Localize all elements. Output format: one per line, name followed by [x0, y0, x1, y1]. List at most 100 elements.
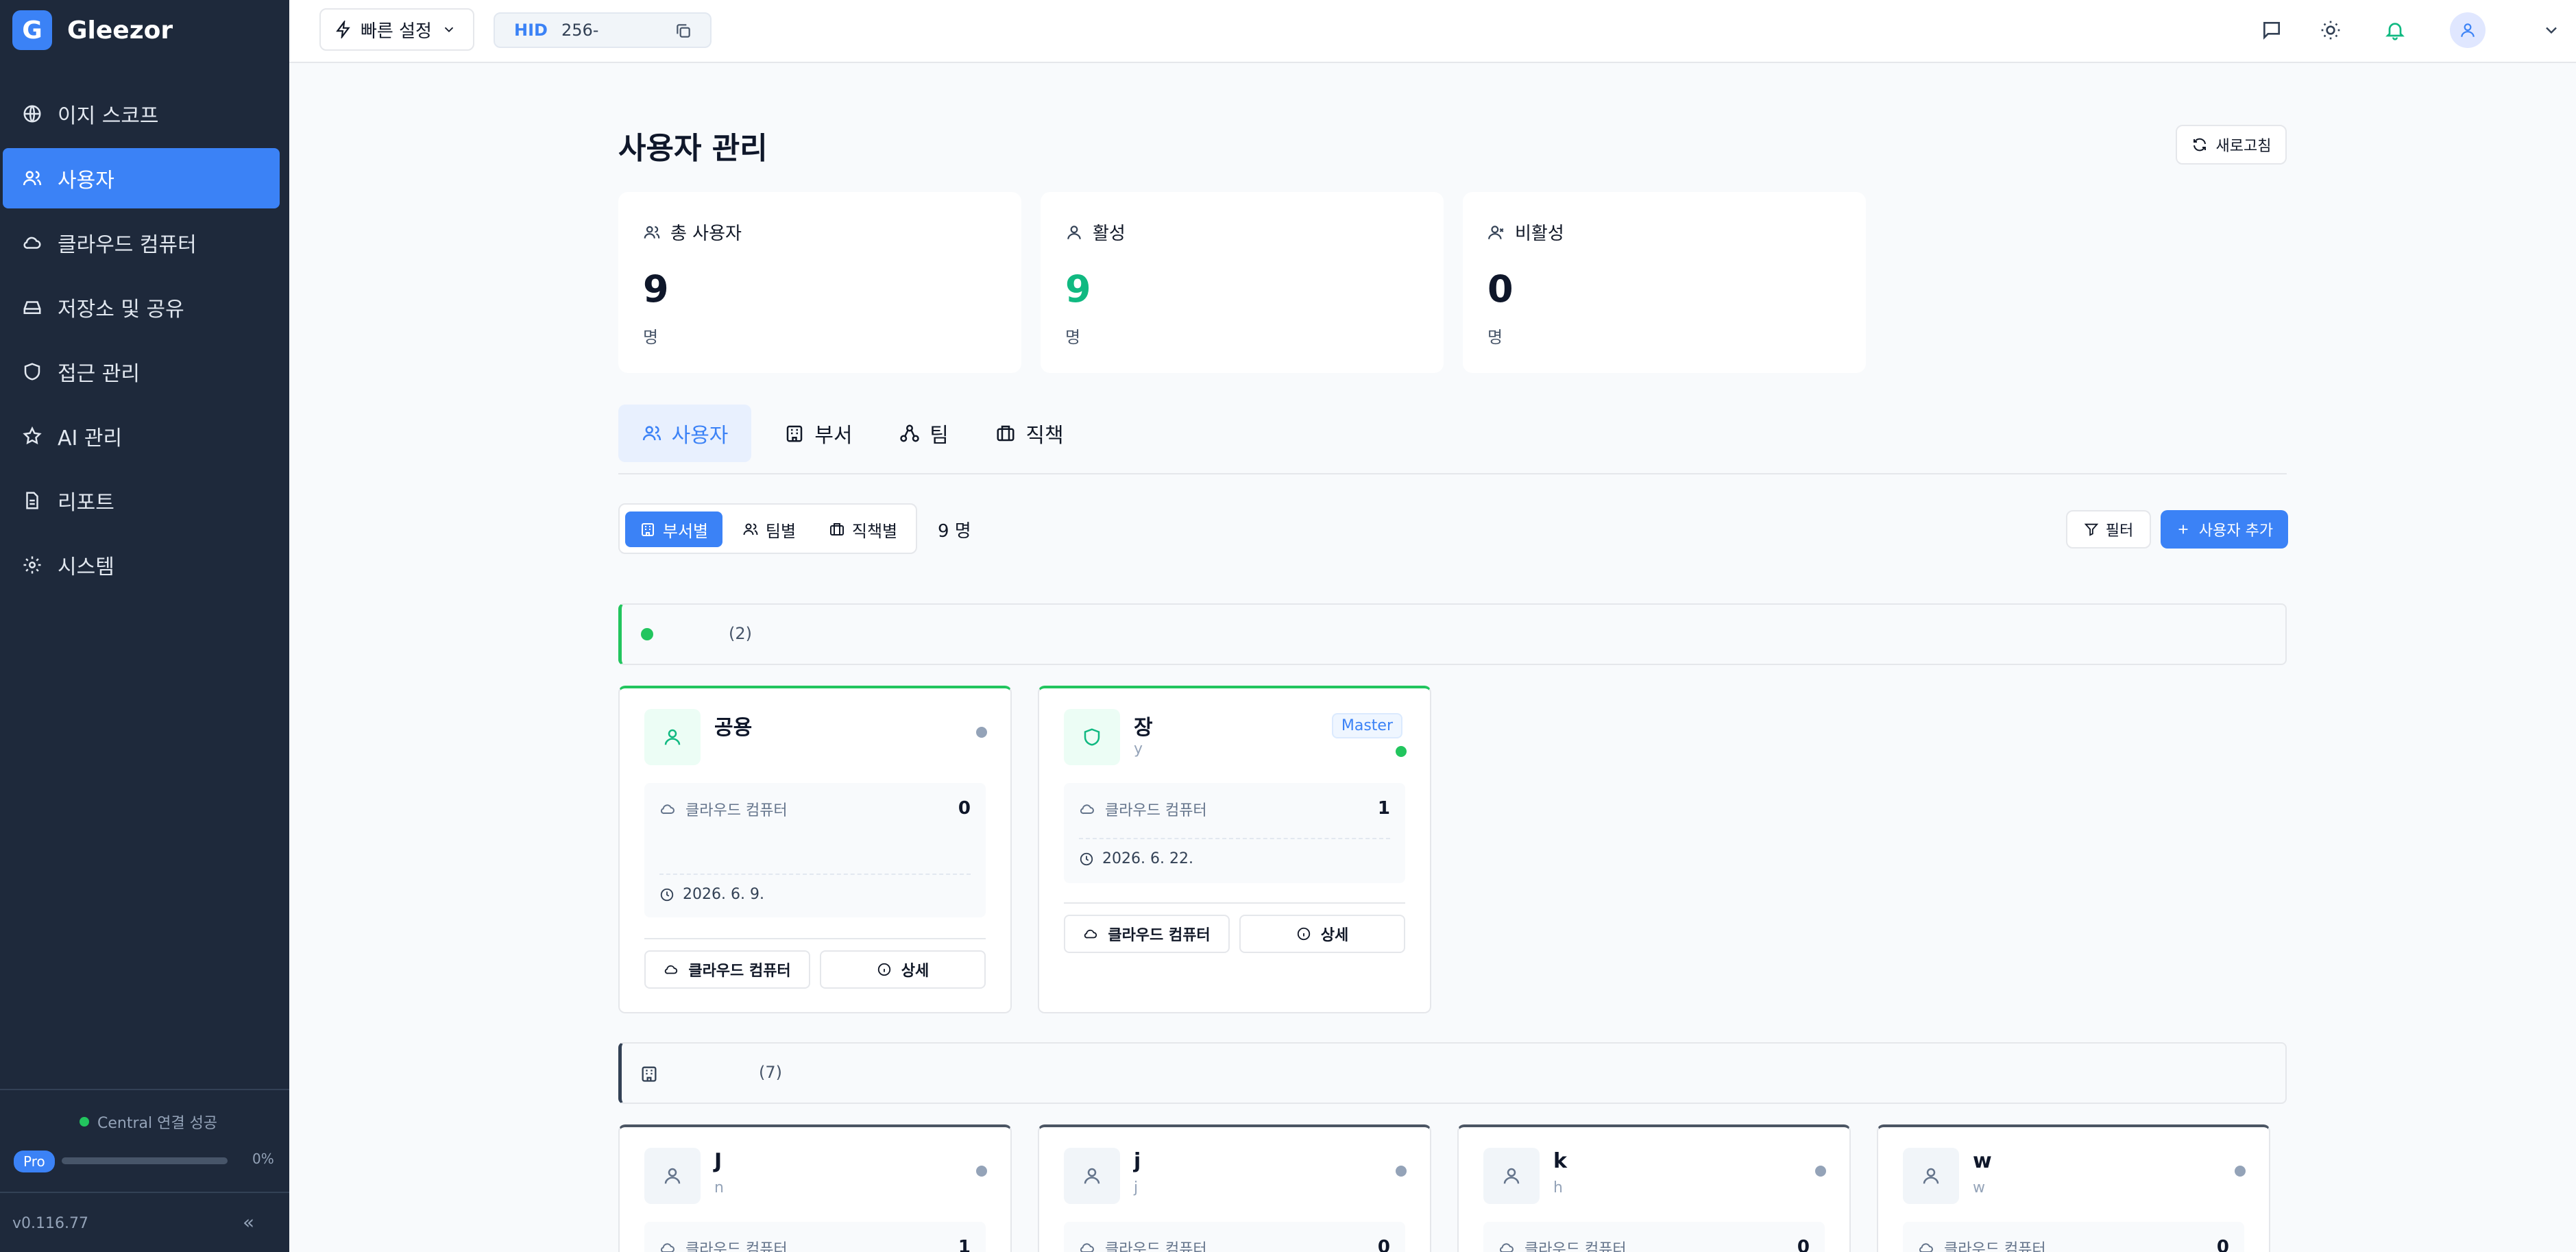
team-icon [900, 424, 919, 442]
group-count: (2) [729, 624, 752, 643]
sidebar-item-access[interactable]: 접근 관리 [3, 341, 280, 402]
shield-icon [24, 363, 40, 381]
copy-icon[interactable] [675, 22, 692, 40]
chevron-down-icon[interactable] [2542, 21, 2561, 40]
stat-card-inactive: 비활성 0 명 [1463, 192, 1866, 373]
user-x-icon [1488, 225, 1504, 239]
sidebar-item-label: 시스템 [58, 555, 114, 579]
divider [659, 874, 971, 875]
stat-value: 9 [643, 267, 669, 311]
sun-icon[interactable] [2320, 19, 2342, 41]
user-name: J [714, 1149, 722, 1173]
message-icon[interactable] [2261, 19, 2283, 41]
cloud-icon [1919, 1243, 1933, 1252]
cloud-computer-count: 1 [1377, 798, 1390, 819]
building-icon [787, 425, 803, 442]
cloud-computer-button[interactable]: 클라우드 컴퓨터 [644, 950, 810, 989]
plan-badge: Pro [14, 1151, 55, 1172]
bell-icon[interactable] [2384, 19, 2406, 41]
sidebar-divider [0, 1089, 289, 1090]
users-icon [644, 226, 660, 239]
connection-status: Central 연결 성공 [80, 1111, 217, 1133]
user-card[interactable]: j j 클라우드 컴퓨터 0 [1038, 1124, 1431, 1252]
sidebar-item-system[interactable]: 시스템 [3, 535, 280, 595]
sidebar-item-easyscope[interactable]: 이지 스코프 [3, 84, 280, 144]
star-icon [23, 426, 42, 445]
user-icon [1067, 225, 1081, 239]
briefcase-icon [997, 425, 1014, 442]
tab-teams[interactable]: 팀 [886, 405, 962, 462]
created-date: 2026. 6. 9. [683, 886, 764, 903]
quick-settings-button[interactable]: 빠른 설정 [319, 8, 474, 51]
sidebar-item-label: 리포트 [58, 491, 114, 515]
sidebar-item-users[interactable]: 사용자 [3, 148, 280, 208]
user-card[interactable]: k h 클라우드 컴퓨터 0 [1457, 1124, 1851, 1252]
view-by-department[interactable]: 부서별 [625, 511, 722, 547]
view-by-position[interactable]: 직책별 [816, 511, 910, 547]
sidebar-item-storage[interactable]: 저장소 및 공유 [3, 277, 280, 337]
tab-positions[interactable]: 직책 [982, 405, 1078, 462]
cloud-icon [1084, 929, 1097, 939]
hid-label: HID [514, 21, 548, 40]
sidebar-item-label: 접근 관리 [58, 362, 140, 386]
view-by-team[interactable]: 팀별 [728, 511, 810, 547]
building-icon [641, 523, 654, 536]
globe-icon [23, 105, 41, 123]
user-card-info: 클라우드 컴퓨터 0 [1064, 1222, 1405, 1252]
status-dot [1815, 1166, 1826, 1177]
filter-button[interactable]: 필터 [2066, 510, 2151, 549]
status-dot [80, 1117, 89, 1127]
tab-departments[interactable]: 부서 [770, 405, 866, 462]
refresh-button[interactable]: 새로고침 [2176, 125, 2287, 165]
sidebar-item-label: 저장소 및 공유 [58, 298, 184, 322]
building-icon [642, 1066, 657, 1082]
avatar [1064, 1148, 1120, 1204]
sidebar: G Gleezor 이지 스코프 사용자 클라우드 컴퓨터 저장소 및 공유 접… [0, 0, 289, 1252]
department-group-header[interactable]: (2) [618, 603, 2287, 665]
user-icon [664, 1168, 681, 1184]
user-icon [2461, 23, 2475, 37]
cloud-computer-count: 0 [1797, 1237, 1810, 1252]
sidebar-item-report[interactable]: 리포트 [3, 470, 280, 531]
chevron-down-icon [444, 27, 454, 33]
detail-button[interactable]: 상세 [820, 950, 986, 989]
usage-percent: 0% [252, 1151, 274, 1167]
usage-progress [62, 1157, 228, 1164]
lightning-icon [336, 21, 350, 38]
user-card[interactable]: 공용 클라우드 컴퓨터 0 2026. 6. 9. 클라우드 컴퓨터 상세 [618, 686, 1012, 1013]
cloud-icon [1080, 804, 1094, 815]
hid-value: 256- [561, 21, 599, 40]
collapse-sidebar-button[interactable]: « [243, 1211, 254, 1233]
app-version: v0.116.77 [12, 1215, 88, 1232]
stat-value: 9 [1065, 267, 1091, 311]
cloud-computer-button[interactable]: 클라우드 컴퓨터 [1064, 915, 1230, 953]
file-icon [26, 492, 38, 509]
user-id: n [714, 1179, 724, 1196]
users-icon [743, 523, 758, 535]
sidebar-item-label: 사용자 [58, 169, 114, 193]
user-avatar[interactable] [2450, 12, 2486, 48]
sidebar-item-label: 이지 스코프 [58, 104, 159, 128]
users-icon [23, 171, 42, 186]
avatar [644, 709, 701, 765]
tab-users[interactable]: 사용자 [618, 405, 751, 462]
add-user-button[interactable]: 사용자 추가 [2161, 510, 2288, 549]
user-card[interactable]: J n 클라우드 컴퓨터 1 [618, 1124, 1012, 1252]
user-card[interactable]: w w 클라우드 컴퓨터 0 [1877, 1124, 2270, 1252]
cloud-computer-count: 0 [2216, 1237, 2229, 1252]
status-dot [1396, 746, 1407, 757]
divider [1079, 838, 1390, 839]
cloud-icon [660, 1243, 675, 1252]
sidebar-item-ai[interactable]: AI 관리 [3, 406, 280, 466]
sidebar-item-cloud-computer[interactable]: 클라우드 컴퓨터 [3, 213, 280, 273]
brand[interactable]: G Gleezor [12, 10, 173, 51]
user-card[interactable]: 장 y Master 클라우드 컴퓨터 1 2026. 6. 22. 클라우드 … [1038, 686, 1431, 1013]
page-title: 사용자 관리 [618, 131, 768, 166]
department-group-header[interactable]: (7) [618, 1042, 2287, 1104]
topbar: 빠른 설정 HID 256- [289, 0, 2576, 63]
user-name: k [1553, 1149, 1567, 1173]
info-icon [877, 963, 890, 976]
stat-value: 0 [1487, 267, 1514, 311]
user-card-info: 클라우드 컴퓨터 0 [1903, 1222, 2244, 1252]
detail-button[interactable]: 상세 [1239, 915, 1405, 953]
